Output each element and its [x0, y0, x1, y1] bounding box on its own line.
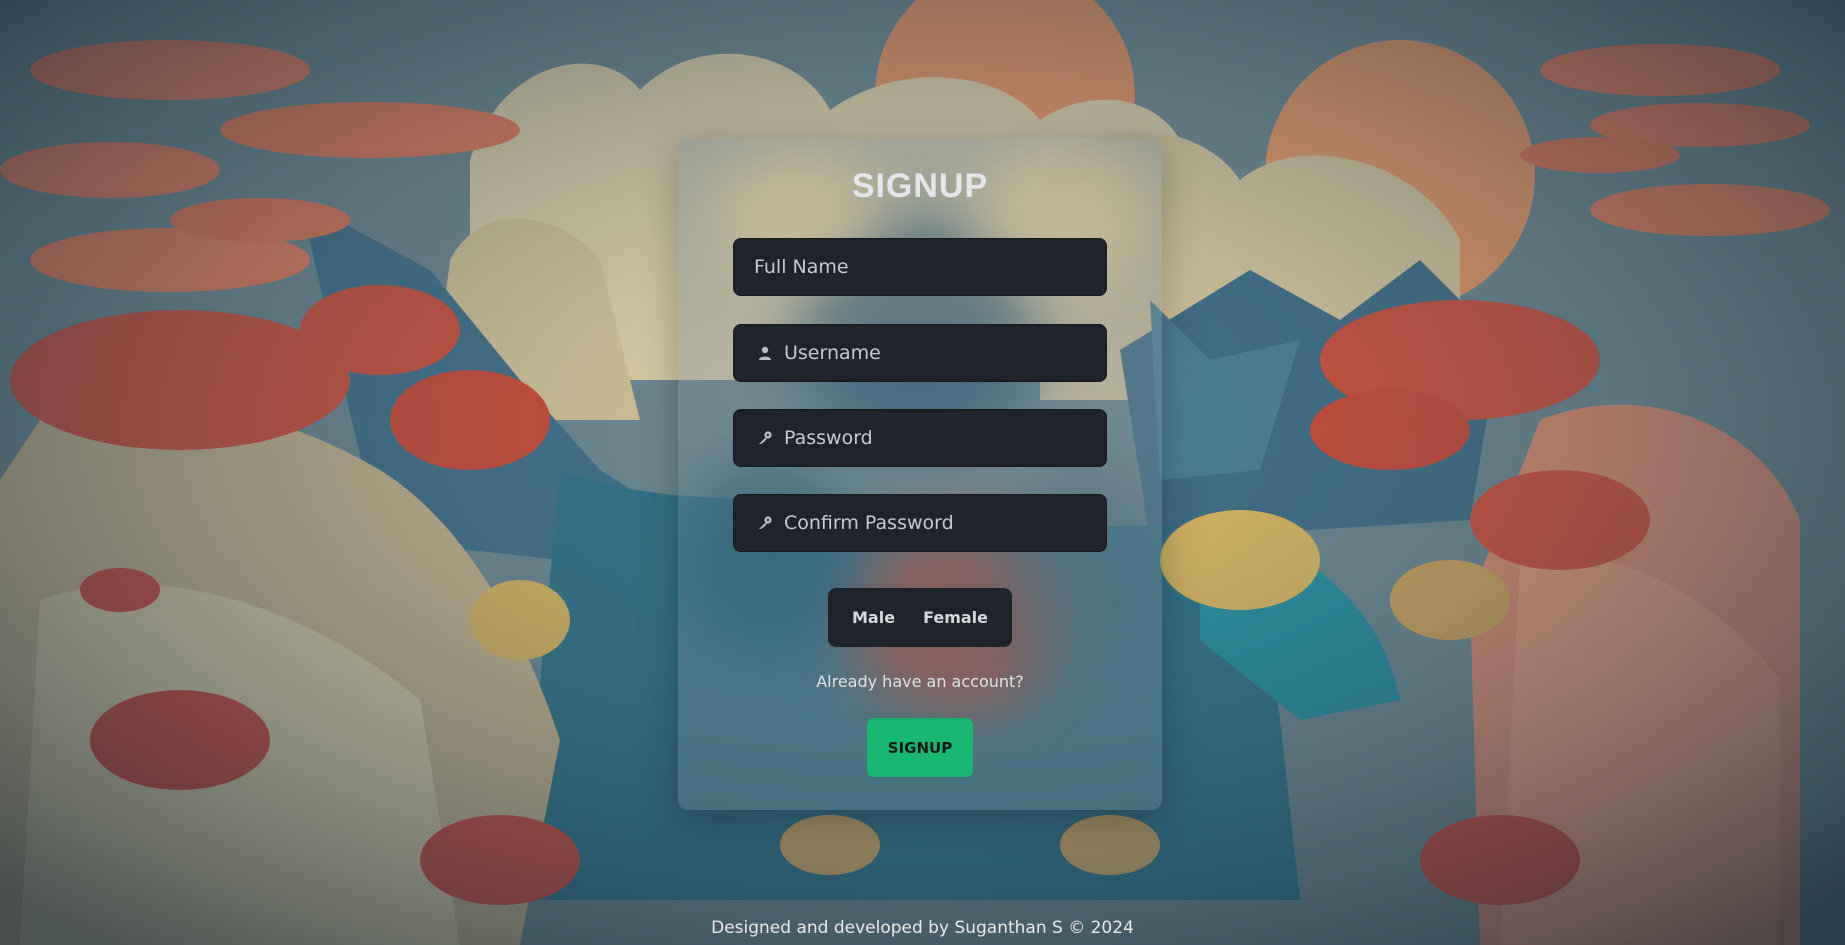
key-icon: [756, 514, 774, 532]
gender-option-male[interactable]: Male: [838, 608, 909, 627]
confirm-password-placeholder: Confirm Password: [784, 512, 954, 534]
gender-option-female[interactable]: Female: [909, 608, 1002, 627]
full-name-input[interactable]: Full Name: [733, 238, 1107, 296]
username-placeholder: Username: [784, 342, 881, 364]
login-link[interactable]: Already have an account?: [678, 672, 1162, 691]
password-placeholder: Password: [784, 427, 873, 449]
gender-selector: Male Female: [828, 588, 1012, 647]
password-input[interactable]: Password: [733, 409, 1107, 467]
signup-page: SIGNUP Full Name Username Password Confi…: [0, 0, 1845, 945]
signup-button[interactable]: SIGNUP: [867, 718, 973, 777]
page-title: SIGNUP: [851, 167, 989, 205]
username-input[interactable]: Username: [733, 324, 1107, 382]
confirm-password-input[interactable]: Confirm Password: [733, 494, 1107, 552]
footer-credit: Designed and developed by Suganthan S © …: [711, 918, 1134, 938]
full-name-placeholder: Full Name: [754, 256, 849, 278]
user-icon: [756, 344, 774, 362]
key-icon: [756, 429, 774, 447]
